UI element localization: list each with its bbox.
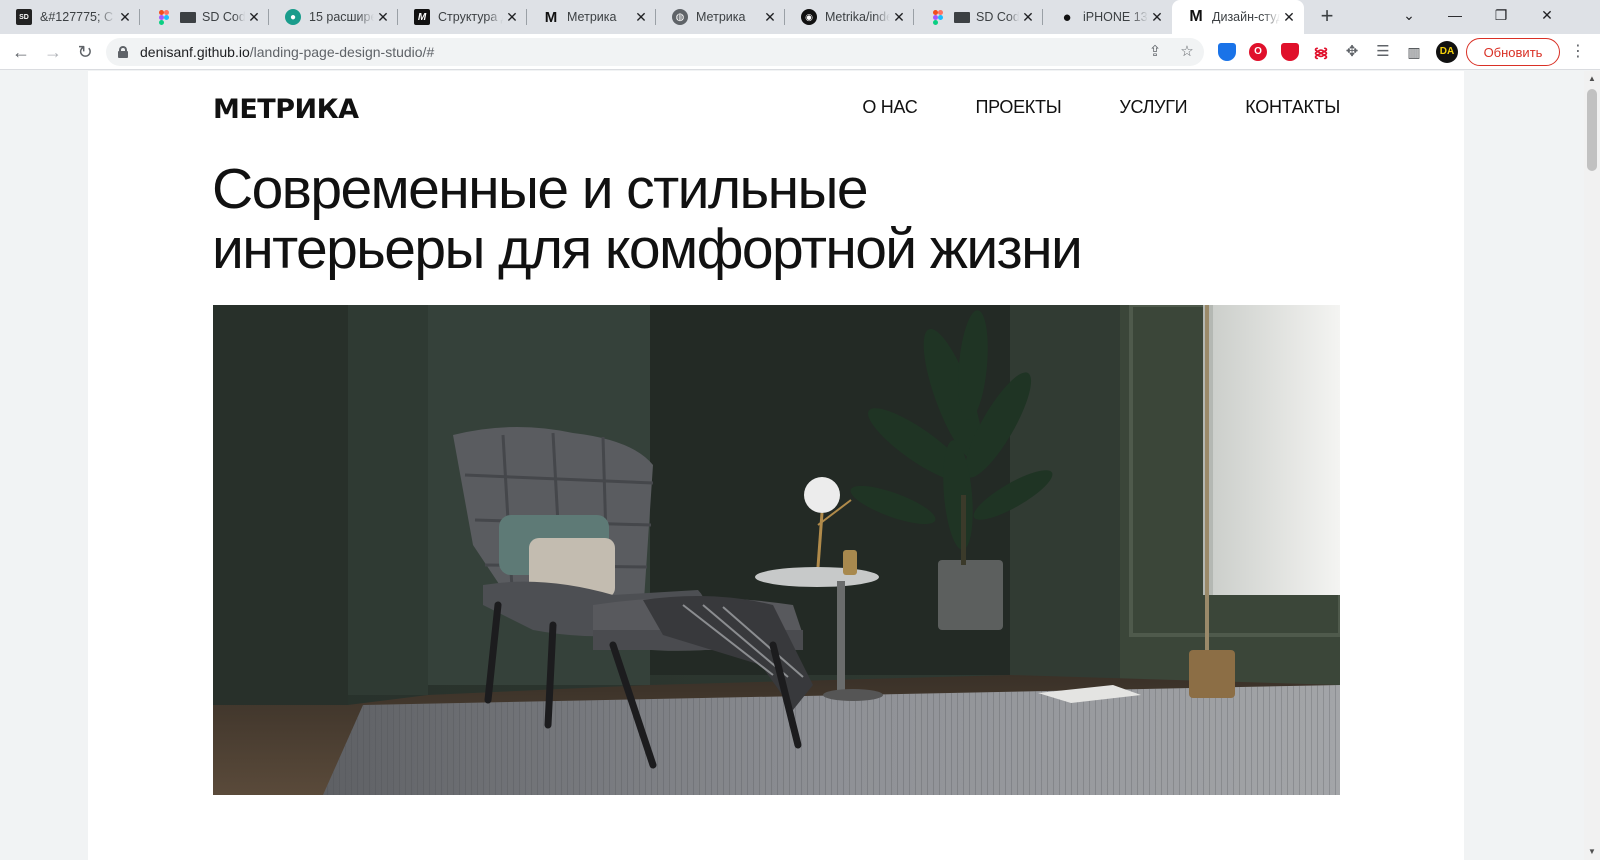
tab-title: iPHONE 13 P bbox=[1083, 10, 1148, 24]
apple-icon: ● bbox=[1062, 8, 1072, 26]
reload-icon[interactable]: ↻ bbox=[72, 39, 98, 65]
landing-page: МЕТРИКА О НАС ПРОЕКТЫ УСЛУГИ КОНТАКТЫ Со… bbox=[88, 71, 1464, 860]
hero-title-line-2: интерьеры для комфортной жизни bbox=[212, 217, 1083, 281]
new-tab-plus-icon[interactable]: + bbox=[1314, 4, 1340, 30]
site-nav: О НАС ПРОЕКТЫ УСЛУГИ КОНТАКТЫ bbox=[804, 97, 1340, 118]
extension-logo-icon: ● bbox=[285, 9, 301, 25]
browser-tab[interactable]: SD &#127775; C ✕ bbox=[0, 0, 140, 34]
scroll-down-arrow-icon[interactable]: ▼ bbox=[1584, 844, 1600, 860]
url-host: denisanf.github.io bbox=[140, 44, 250, 60]
browser-tab-active[interactable]: M Дизайн-студ ✕ bbox=[1172, 0, 1304, 34]
lock-icon bbox=[118, 46, 128, 58]
browser-tab[interactable]: SD Code ✕ bbox=[140, 0, 269, 34]
window-close-icon[interactable]: ✕ bbox=[1524, 0, 1570, 30]
puzzle-extensions-icon[interactable]: ✥ bbox=[1343, 43, 1361, 61]
close-icon[interactable]: ✕ bbox=[761, 9, 779, 26]
tab-strip: SD &#127775; C ✕ SD Code ✕ ● 15 расширен… bbox=[0, 0, 1600, 34]
monitor-icon bbox=[954, 11, 970, 23]
forward-arrow-icon[interactable]: → bbox=[40, 39, 66, 65]
browser-toolbar: ← → ↻ denisanf.github.io/landing-page-de… bbox=[0, 34, 1600, 70]
bookmark-star-icon[interactable]: ☆ bbox=[1178, 43, 1196, 61]
scrollbar-thumb[interactable] bbox=[1587, 89, 1597, 171]
tab-title: SD Code bbox=[976, 10, 1019, 24]
nav-link-about[interactable]: О НАС bbox=[862, 97, 917, 118]
tab-title: Метрика bbox=[567, 10, 617, 24]
tab-title: Metrika/inde bbox=[825, 10, 890, 24]
hero-title: Современные и стильные интерьеры для ком… bbox=[212, 159, 1312, 279]
figma-icon bbox=[156, 9, 172, 25]
update-button[interactable]: Обновить bbox=[1466, 38, 1560, 66]
browser-tab[interactable]: ◉ Metrika/inde ✕ bbox=[785, 0, 914, 34]
figma-icon bbox=[930, 9, 946, 25]
page-scrollbar[interactable]: ▲ ▼ bbox=[1584, 71, 1600, 860]
red-shield-extension-icon[interactable] bbox=[1281, 43, 1299, 61]
tab-title: 15 расширен bbox=[309, 10, 374, 24]
close-icon[interactable]: ✕ bbox=[503, 9, 521, 26]
browser-tab[interactable]: M Метрика ✕ bbox=[527, 0, 656, 34]
tab-title: Дизайн-студ bbox=[1212, 10, 1280, 24]
back-arrow-icon[interactable]: ← bbox=[8, 39, 34, 65]
url-text[interactable]: denisanf.github.io/landing-page-design-s… bbox=[140, 44, 434, 60]
metrika-m-icon: M bbox=[544, 8, 558, 26]
close-icon[interactable]: ✕ bbox=[1280, 9, 1298, 26]
wifi-extension-icon[interactable]: ᯼ bbox=[1312, 43, 1330, 61]
nav-link-services[interactable]: УСЛУГИ bbox=[1119, 97, 1187, 118]
scroll-up-arrow-icon[interactable]: ▲ bbox=[1584, 71, 1600, 87]
hero-interior-image bbox=[213, 305, 1340, 795]
tab-title: &#127775; C bbox=[40, 10, 113, 24]
url-path: /landing-page-design-studio/# bbox=[249, 44, 435, 60]
browser-tab[interactable]: SD Code ✕ bbox=[914, 0, 1043, 34]
close-icon[interactable]: ✕ bbox=[1019, 9, 1037, 26]
media-playlist-icon[interactable]: ☰ bbox=[1374, 43, 1392, 61]
close-icon[interactable]: ✕ bbox=[374, 9, 392, 26]
restore-icon[interactable]: ❐ bbox=[1478, 0, 1524, 30]
site-logo[interactable]: МЕТРИКА bbox=[213, 94, 359, 125]
globe-icon: ◍ bbox=[672, 9, 688, 25]
close-icon[interactable]: ✕ bbox=[632, 9, 650, 26]
tab-title: SD Code bbox=[202, 10, 245, 24]
hero-title-line-1: Современные и стильные bbox=[212, 157, 869, 221]
tab-search-chevron-icon[interactable]: ⌄ bbox=[1386, 0, 1432, 30]
browser-tab[interactable]: ● iPHONE 13 P ✕ bbox=[1043, 0, 1172, 34]
browser-tab[interactable]: ◍ Метрика ✕ bbox=[656, 0, 785, 34]
metrika-m-icon: M bbox=[1189, 8, 1203, 25]
close-icon[interactable]: ✕ bbox=[1148, 9, 1166, 26]
tab-title: Структура да bbox=[438, 10, 503, 24]
sd-icon: SD bbox=[16, 9, 32, 25]
metrika-m-icon: M bbox=[414, 9, 430, 25]
close-icon[interactable]: ✕ bbox=[116, 9, 134, 26]
browser-tab[interactable]: M Структура да ✕ bbox=[398, 0, 527, 34]
side-panel-icon[interactable]: ▥ bbox=[1405, 43, 1423, 61]
page-viewport: МЕТРИКА О НАС ПРОЕКТЫ УСЛУГИ КОНТАКТЫ Со… bbox=[0, 71, 1584, 860]
browser-tab[interactable]: ● 15 расширен ✕ bbox=[269, 0, 398, 34]
github-icon: ◉ bbox=[801, 9, 817, 25]
shield-extension-icon[interactable] bbox=[1218, 43, 1236, 61]
close-icon[interactable]: ✕ bbox=[890, 9, 908, 26]
nav-link-contacts[interactable]: КОНТАКТЫ bbox=[1245, 97, 1340, 118]
nav-link-projects[interactable]: ПРОЕКТЫ bbox=[975, 97, 1061, 118]
opera-o-icon[interactable]: O bbox=[1249, 43, 1267, 61]
address-bar[interactable]: denisanf.github.io/landing-page-design-s… bbox=[106, 38, 1204, 66]
monitor-icon bbox=[180, 11, 196, 23]
tab-title: Метрика bbox=[696, 10, 746, 24]
minimize-icon[interactable]: — bbox=[1432, 0, 1478, 30]
share-icon[interactable]: ⇪ bbox=[1146, 43, 1164, 61]
close-icon[interactable]: ✕ bbox=[245, 9, 263, 26]
kebab-menu-icon[interactable]: ⋮ bbox=[1568, 41, 1588, 63]
profile-avatar[interactable]: DA bbox=[1436, 41, 1458, 63]
